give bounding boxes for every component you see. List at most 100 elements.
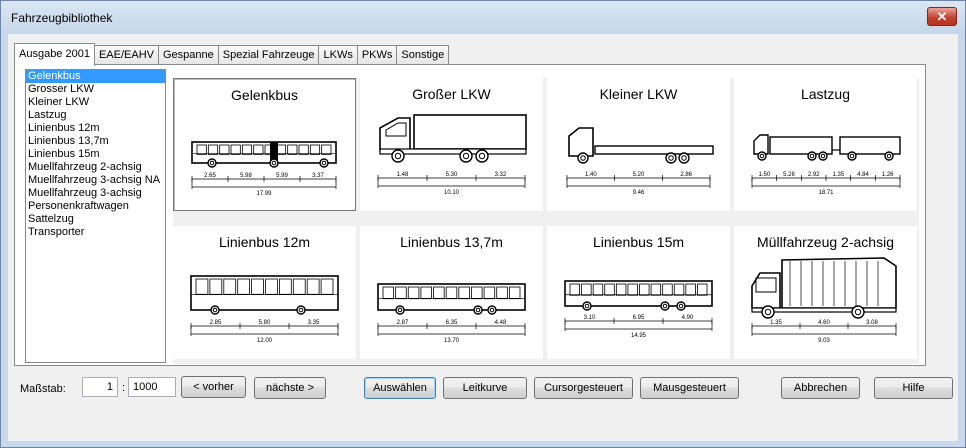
list-item[interactable]: Transporter xyxy=(26,226,165,239)
dimension-label: 6.95 xyxy=(633,315,645,321)
list-item[interactable]: Muellfahrzeug 3-achsig xyxy=(26,187,165,200)
wheel xyxy=(487,305,497,315)
wheel xyxy=(395,305,405,315)
refuse-body xyxy=(781,257,897,309)
list-item[interactable]: Grosser LKW xyxy=(26,83,165,96)
list-item[interactable]: Muellfahrzeug 2-achsig xyxy=(26,161,165,174)
vehicle-card-lastzug[interactable]: Lastzug 1.50 5.28 2.92 1.35 4.84 1.26 18.71 xyxy=(734,78,917,211)
vehicle-card-muellfahrzeug-2-achsig[interactable]: Müllfahrzeug 2-achsig 1.35 4.60 3.08 9.03 xyxy=(734,226,917,359)
vehicle-list[interactable]: Gelenkbus Grosser LKW Kleiner LKW Lastzu… xyxy=(25,69,166,363)
wheel xyxy=(761,305,775,319)
list-item[interactable]: Linienbus 13,7m xyxy=(26,135,165,148)
close-icon: ✕ xyxy=(936,8,948,24)
list-item[interactable]: Kleiner LKW xyxy=(26,96,165,109)
wheel xyxy=(296,305,306,315)
dimension-label: 4.84 xyxy=(857,172,869,178)
list-item[interactable]: Lastzug xyxy=(26,109,165,122)
wheel xyxy=(582,301,592,311)
total-dimension-label: 12.00 xyxy=(257,338,273,344)
list-item[interactable]: Gelenkbus xyxy=(26,70,165,83)
bottom-toolbar: Maßstab: 1 : 1000 < vorher nächste > Aus… xyxy=(8,376,958,406)
vehicle-drawing: 1.35 4.60 3.08 9.03 xyxy=(751,257,897,344)
close-button[interactable]: ✕ xyxy=(927,7,957,26)
select-button[interactable]: Auswählen xyxy=(364,377,436,399)
vehicle-drawing: 1.48 5.30 3.32 10.10 xyxy=(377,114,527,196)
help-button[interactable]: Hilfe xyxy=(874,377,953,399)
cargo-box xyxy=(413,114,527,150)
wheel xyxy=(577,152,589,164)
mouse-controlled-button[interactable]: Mausgesteuert xyxy=(640,377,739,399)
truck-cab xyxy=(568,127,594,157)
vehicle-card-linienbus-12m[interactable]: Linienbus 12m 2.85 5.80 3.35 12.00 xyxy=(173,226,356,359)
window-title: Fahrzeugbibliothek xyxy=(11,11,113,25)
dimension-label: 2.65 xyxy=(204,173,216,179)
dialog-client: Ausgabe 2001 EAE/EAHV Gespanne Spezial F… xyxy=(8,34,958,441)
dimension-label: 6.35 xyxy=(446,320,458,326)
list-item[interactable]: Linienbus 15m xyxy=(26,148,165,161)
dimension-label: 2.86 xyxy=(680,172,692,178)
dimension-label: 3.37 xyxy=(312,173,324,179)
wheel xyxy=(851,305,865,319)
next-button[interactable]: nächste > xyxy=(254,377,326,399)
tab-ausgabe-2001[interactable]: Ausgabe 2001 xyxy=(14,43,95,66)
total-dimension-label: 18.71 xyxy=(818,190,834,196)
tab-eae-eahv[interactable]: EAE/EAHV xyxy=(93,45,159,65)
dimension-label: 4.48 xyxy=(495,320,507,326)
dimension-label: 5.28 xyxy=(783,172,795,178)
dimension-label: 1.48 xyxy=(397,172,409,178)
dimension-label: 1.26 xyxy=(882,172,894,178)
list-item[interactable]: Sattelzug xyxy=(26,213,165,226)
dimension-label: 2.87 xyxy=(397,320,409,326)
dimension-label: 5.99 xyxy=(276,173,288,179)
scale-left-field[interactable]: 1 xyxy=(82,377,118,397)
total-dimension-label: 9.03 xyxy=(818,338,830,344)
dimension-label: 5.20 xyxy=(633,172,645,178)
list-item[interactable]: Muellfahrzeug 3-achsig NA xyxy=(26,174,165,187)
wheel xyxy=(884,151,894,161)
tab-gespanne[interactable]: Gespanne xyxy=(157,45,219,65)
total-dimension-label: 14.95 xyxy=(631,333,647,339)
vehicle-card-linienbus-13-7m[interactable]: Linienbus 13,7m 2.87 6.35 4.48 13.70 xyxy=(360,226,543,359)
wheel xyxy=(269,158,279,168)
vehicle-card-gelenkbus[interactable]: Gelenkbus 2.65 5.98 5.99 3.37 17.99 xyxy=(173,78,356,211)
previous-button[interactable]: < vorher xyxy=(181,376,246,398)
scale-label: Maßstab: xyxy=(20,383,66,395)
wheel xyxy=(660,301,670,311)
total-dimension-label: 17.99 xyxy=(256,191,272,197)
list-item[interactable]: Personenkraftwagen xyxy=(26,200,165,213)
list-item[interactable]: Linienbus 12m xyxy=(26,122,165,135)
dimension-label: 5.30 xyxy=(446,172,458,178)
trailer-box xyxy=(839,136,901,155)
vehicle-drawing: 3.10 6.95 4.90 14.95 xyxy=(564,280,713,339)
flatbed xyxy=(594,145,714,155)
total-dimension-label: 13.70 xyxy=(444,338,460,344)
tab-spezial-fahrzeuge[interactable]: Spezial Fahrzeuge xyxy=(217,45,320,65)
tab-pkws[interactable]: PKWs xyxy=(356,45,398,65)
vehicle-drawing: 1.50 5.28 2.92 1.35 4.84 1.26 18.71 xyxy=(751,134,901,196)
cancel-button[interactable]: Abbrechen xyxy=(781,377,860,399)
vehicle-body xyxy=(190,275,339,311)
wheel xyxy=(847,151,857,161)
wheel xyxy=(459,149,473,163)
vehicle-drawing: 2.65 5.98 5.99 3.37 17.99 xyxy=(191,141,337,197)
dimension-label: 1.35 xyxy=(770,320,782,326)
dimension-label: 4.60 xyxy=(818,320,830,326)
tab-lkws[interactable]: LKWs xyxy=(318,45,358,65)
cursor-controlled-button[interactable]: Cursorgesteuert xyxy=(534,377,633,399)
vehicle-card-grosser-lkw[interactable]: Großer LKW 1.48 5.30 3.32 10.10 xyxy=(360,78,543,211)
dimension-label: 3.32 xyxy=(495,172,507,178)
vehicle-preview-grid: Gelenkbus 2.65 5.98 5.99 3.37 17.99 Großer L… xyxy=(173,78,919,364)
vehicle-library-window: Fahrzeugbibliothek ✕ Ausgabe 2001 EAE/EA… xyxy=(0,0,966,448)
tab-sonstige[interactable]: Sonstige xyxy=(396,45,450,65)
dimension-label: 2.85 xyxy=(210,320,222,326)
leitkurve-button[interactable]: Leitkurve xyxy=(443,377,527,399)
dimension-label: 3.08 xyxy=(866,320,878,326)
tab-strip: Ausgabe 2001 EAE/EAHV Gespanne Spezial F… xyxy=(14,43,450,66)
wheel xyxy=(807,151,817,161)
vehicle-card-kleiner-lkw[interactable]: Kleiner LKW 1.40 5.20 2.86 9.46 xyxy=(547,78,730,211)
wheel xyxy=(207,158,217,168)
vehicle-card-linienbus-15m[interactable]: Linienbus 15m 3.10 6.95 4.90 14.95 xyxy=(547,226,730,359)
scale-right-field[interactable]: 1000 xyxy=(128,377,176,397)
wheel xyxy=(475,149,489,163)
title-bar[interactable]: Fahrzeugbibliothek ✕ xyxy=(1,1,965,35)
